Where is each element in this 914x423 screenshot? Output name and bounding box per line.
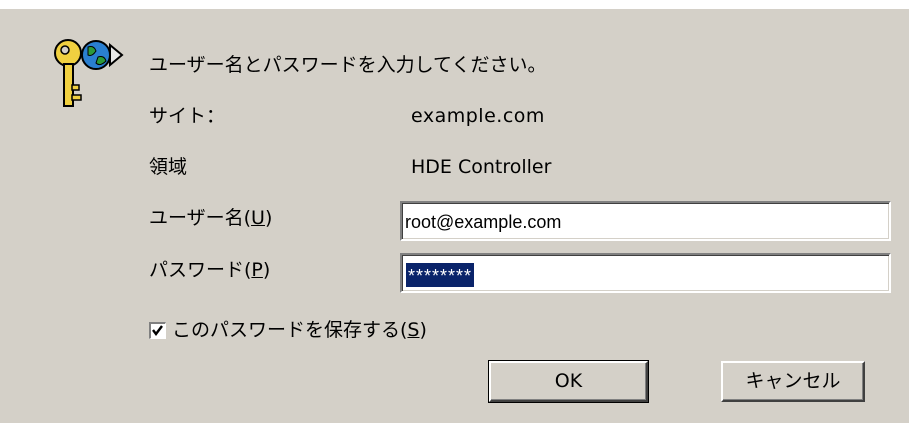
username-label: ユーザー名(U) <box>149 207 273 229</box>
password-input[interactable]: ******** <box>400 253 891 293</box>
ok-button[interactable]: OK <box>488 360 649 403</box>
username-mnemonic: U <box>251 207 265 229</box>
save-password-checkbox[interactable] <box>149 322 166 339</box>
realm-label: 領域 <box>149 156 188 178</box>
username-input[interactable]: root@example.com <box>400 201 891 241</box>
password-input-value: ******** <box>406 263 475 287</box>
site-label: サイト： <box>149 105 226 127</box>
key-globe-icon <box>54 39 124 107</box>
save-password-label[interactable]: このパスワードを保存する(S) <box>172 319 427 341</box>
save-password-mnemonic: S <box>407 319 420 341</box>
login-dialog: ユーザー名とパスワードを入力してください。 サイト： example.com 領… <box>0 9 909 423</box>
dialog-prompt: ユーザー名とパスワードを入力してください。 <box>149 54 547 76</box>
checkmark-icon <box>152 325 163 336</box>
username-input-value: root@example.com <box>405 212 562 232</box>
password-mnemonic: P <box>251 259 263 281</box>
site-value: example.com <box>411 105 545 127</box>
cancel-button[interactable]: キャンセル <box>721 361 865 402</box>
password-label: パスワード(P) <box>149 259 271 281</box>
realm-value: HDE Controller <box>411 156 552 178</box>
